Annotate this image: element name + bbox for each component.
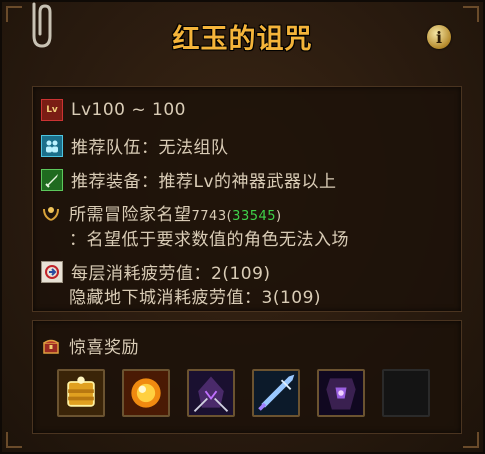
reputation-label: 所需冒险家名望 xyxy=(69,205,192,225)
reputation-current: 7743 xyxy=(191,209,227,224)
reward-title: 惊喜奖励 xyxy=(69,338,139,358)
golden-orb-icon[interactable] xyxy=(122,369,170,417)
gold-cube-icon[interactable] xyxy=(57,369,105,417)
reward-slots xyxy=(57,369,447,417)
level-range: Lv100 ~ 100 xyxy=(71,100,186,120)
frame-corner xyxy=(6,432,22,448)
dungeon-info-window: 红玉的诅咒 i Lv Lv100 ~ 100 推荐队伍：无法组队 推荐装备：推荐… xyxy=(0,0,485,454)
level-icon: Lv xyxy=(41,99,63,121)
empty-slot[interactable] xyxy=(382,369,430,417)
team-row: 推荐队伍：无法组队 xyxy=(41,133,229,158)
reputation-note: ：名望低于要求数值的角色无法入场 xyxy=(69,230,349,250)
title-bar: 红玉的诅咒 xyxy=(2,2,483,70)
window-title: 红玉的诅咒 xyxy=(172,23,313,55)
recommended-team: 推荐队伍：无法组队 xyxy=(71,138,229,158)
team-icon xyxy=(41,134,63,157)
reward-header: 惊喜奖励 xyxy=(41,333,139,358)
dungeon-info-panel: Lv Lv100 ~ 100 推荐队伍：无法组队 推荐装备：推荐Lv的神器武器以… xyxy=(32,86,462,312)
fatigue-per-floor: 每层消耗疲劳值：2(109) xyxy=(71,264,271,284)
equipment-row: 推荐装备：推荐Lv的神器武器以上 xyxy=(41,167,337,192)
laurel-icon xyxy=(41,203,61,223)
fatigue-hidden-dungeon: 隐藏地下城消耗疲劳值：3(109) xyxy=(69,288,322,308)
recommended-equipment: 推荐装备：推荐Lv的神器武器以上 xyxy=(71,172,337,192)
frame-corner xyxy=(463,432,479,448)
treasure-chest-icon xyxy=(41,336,61,356)
reward-panel: 惊喜奖励 xyxy=(32,320,462,434)
reputation-row: 所需冒险家名望7743(33545) xyxy=(41,200,282,225)
shadow-armor-icon[interactable] xyxy=(317,369,365,417)
dark-hooded-icon[interactable] xyxy=(187,369,235,417)
fatigue-row: 每层消耗疲劳值：2(109) xyxy=(41,259,271,284)
frame-corner xyxy=(463,6,479,22)
info-button[interactable]: i xyxy=(427,25,451,49)
reputation-required: 33545 xyxy=(232,209,277,224)
fatigue-icon xyxy=(41,260,63,283)
crystal-blade-icon[interactable] xyxy=(252,369,300,417)
level-row: Lv Lv100 ~ 100 xyxy=(41,99,186,121)
sword-icon xyxy=(41,168,63,191)
frame-corner xyxy=(6,6,22,22)
